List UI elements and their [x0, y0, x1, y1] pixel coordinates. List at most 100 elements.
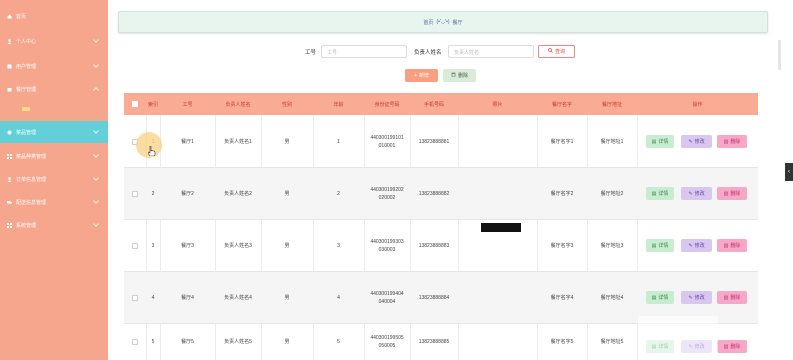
- sidebar-item-dish-types[interactable]: 菜品种类管理: [0, 145, 108, 167]
- row-checkbox-cell[interactable]: [124, 272, 146, 323]
- building-icon: [7, 87, 12, 92]
- row-checkbox[interactable]: [132, 190, 138, 197]
- cell-restaurant-address: 餐厅地址4: [600, 294, 624, 301]
- sidebar-item-label: 个人中心: [16, 38, 37, 45]
- scrollbar[interactable]: [778, 40, 781, 70]
- cell-restaurant-name: 餐厅名字4: [550, 294, 574, 301]
- detail-button[interactable]: ▤详情: [646, 135, 674, 148]
- sidebar-item-home[interactable]: 首页: [0, 5, 108, 27]
- delete-button[interactable]: ▥ 删除: [717, 135, 747, 148]
- edit-icon: ✎: [688, 242, 693, 249]
- collapse-panel-button[interactable]: ‹: [785, 163, 793, 181]
- edit-button[interactable]: ✎修改: [681, 187, 712, 200]
- chevron-down-icon: [93, 221, 99, 227]
- column-header-restaurant-address: 餐厅地址: [601, 101, 622, 108]
- table-row[interactable]: 2 餐厅2 负责人姓名2 男 2 440300199202 020002 138…: [124, 168, 758, 219]
- trash-icon: ▥: [723, 190, 729, 197]
- home-icon: [7, 14, 12, 19]
- id-number-line2: 030003: [378, 246, 396, 253]
- cell-age: 4: [337, 294, 340, 301]
- delete-button-label: 删除: [730, 344, 741, 350]
- cell-worker-id: 餐厅4: [181, 294, 194, 301]
- sidebar-item-system[interactable]: 系统管理: [0, 214, 108, 236]
- delete-button[interactable]: ▥ 删除: [717, 187, 747, 200]
- search-button-label: 查询: [554, 49, 565, 55]
- select-all-checkbox[interactable]: [132, 101, 138, 107]
- column-header-index: 索引: [147, 101, 158, 108]
- delete-button[interactable]: ▥ 删除: [717, 340, 747, 353]
- sidebar-item-label: 用户管理: [16, 63, 37, 70]
- truck-icon: [7, 200, 12, 205]
- cell-restaurant-name: 餐厅名字5: [550, 339, 574, 345]
- cell-id-number: 440300199404 040004: [364, 272, 410, 323]
- sidebar-item-label: 首页: [16, 13, 27, 20]
- edit-button-label: 修改: [694, 243, 705, 249]
- add-button[interactable]: + 新增: [405, 69, 438, 82]
- delete-button[interactable]: ▥ 删除: [717, 239, 747, 252]
- order-icon: [7, 176, 12, 182]
- sidebar-item-orders[interactable]: 订单信息管理: [0, 168, 108, 190]
- sidebar-item-profile[interactable]: 个人中心: [0, 30, 108, 52]
- breadcrumb: 首页 (•'◡'•) 餐厅: [118, 11, 768, 33]
- table-row[interactable]: 1 餐厅1 负责人姓名1 男 1 440300199101 010001 138…: [124, 116, 758, 167]
- detail-button[interactable]: ▤详情: [646, 291, 674, 304]
- row-checkbox-cell[interactable]: [124, 220, 146, 271]
- row-checkbox-cell[interactable]: [124, 324, 146, 360]
- cell-restaurant-address: 餐厅地址5: [600, 339, 624, 345]
- dish-icon: [7, 130, 12, 135]
- header-checkbox-cell[interactable]: [124, 93, 146, 115]
- sidebar-item-label: 菜品管理: [16, 129, 37, 136]
- cell-manager: 负责人姓名5: [224, 339, 252, 345]
- cell-gender: 男: [284, 339, 290, 345]
- sidebar-item-users[interactable]: 用户管理: [0, 55, 108, 77]
- sidebar-item-delivery[interactable]: 配送信息管理: [0, 191, 108, 213]
- id-number-line2: 040004: [378, 298, 396, 305]
- edit-button[interactable]: ✎修改: [681, 239, 712, 252]
- row-checkbox[interactable]: [132, 339, 138, 345]
- worker-id-input[interactable]: 工号: [321, 45, 407, 58]
- edit-button[interactable]: ✎修改: [681, 135, 712, 148]
- search-button[interactable]: 查询: [538, 45, 575, 58]
- cell-manager: 负责人姓名3: [224, 242, 252, 249]
- cell-restaurant-address: 餐厅地址3: [600, 242, 624, 249]
- column-header-actions: 操作: [692, 101, 703, 108]
- edit-icon: ✎: [688, 138, 693, 145]
- detail-button[interactable]: ▤详情: [646, 239, 674, 252]
- detail-button[interactable]: ▤详情: [646, 187, 674, 200]
- row-checkbox[interactable]: [132, 242, 138, 249]
- sidebar-item-label: 系统管理: [16, 222, 37, 229]
- id-number-line1: 440300199404: [370, 290, 404, 297]
- batch-delete-button[interactable]: 删除: [443, 69, 476, 82]
- manager-name-input[interactable]: 负责人姓名: [448, 45, 534, 58]
- breadcrumb-home[interactable]: 首页: [423, 19, 433, 26]
- chevron-down-icon: [93, 62, 99, 68]
- breadcrumb-current: 餐厅: [452, 19, 463, 26]
- edit-button[interactable]: ✎修改: [681, 291, 712, 304]
- cell-worker-id: 餐厅1: [181, 138, 194, 145]
- cell-manager: 负责人姓名2: [224, 190, 252, 197]
- delete-button[interactable]: ▥ 删除: [717, 291, 747, 304]
- users-icon: [7, 64, 12, 69]
- chevron-up-icon: [93, 87, 99, 93]
- row-checkbox-cell[interactable]: [124, 168, 146, 219]
- column-header-age: 年龄: [333, 101, 344, 108]
- sidebar-item-restaurant[interactable]: 餐厅管理: [0, 78, 108, 100]
- edit-button-label: 修改: [694, 295, 705, 301]
- cell-age: 2: [337, 190, 340, 197]
- id-number-line1: 440300199505: [370, 335, 404, 341]
- edit-button-label: 修改: [694, 139, 705, 145]
- submenu-item-restaurant[interactable]: [22, 107, 30, 111]
- cell-gender: 男: [284, 294, 290, 301]
- row-checkbox[interactable]: [132, 294, 138, 301]
- id-number-line2: 010001: [378, 142, 396, 149]
- table-row[interactable]: 3 餐厅3 负责人姓名3 男 3 440300199303 030003 138…: [124, 220, 758, 271]
- delete-button-label: 删除: [730, 191, 741, 197]
- manager-name-label: 负责人姓名: [414, 50, 442, 56]
- cell-restaurant-address: 餐厅地址2: [600, 190, 624, 197]
- search-icon: [548, 48, 553, 55]
- cell-id-number: 440300199202 020002: [364, 168, 410, 219]
- cell-restaurant-address: 餐厅地址1: [600, 138, 624, 145]
- delete-button-label: 删除: [730, 139, 741, 145]
- sidebar-item-dishes[interactable]: 菜品管理: [0, 121, 108, 143]
- cell-index: 4: [151, 294, 155, 301]
